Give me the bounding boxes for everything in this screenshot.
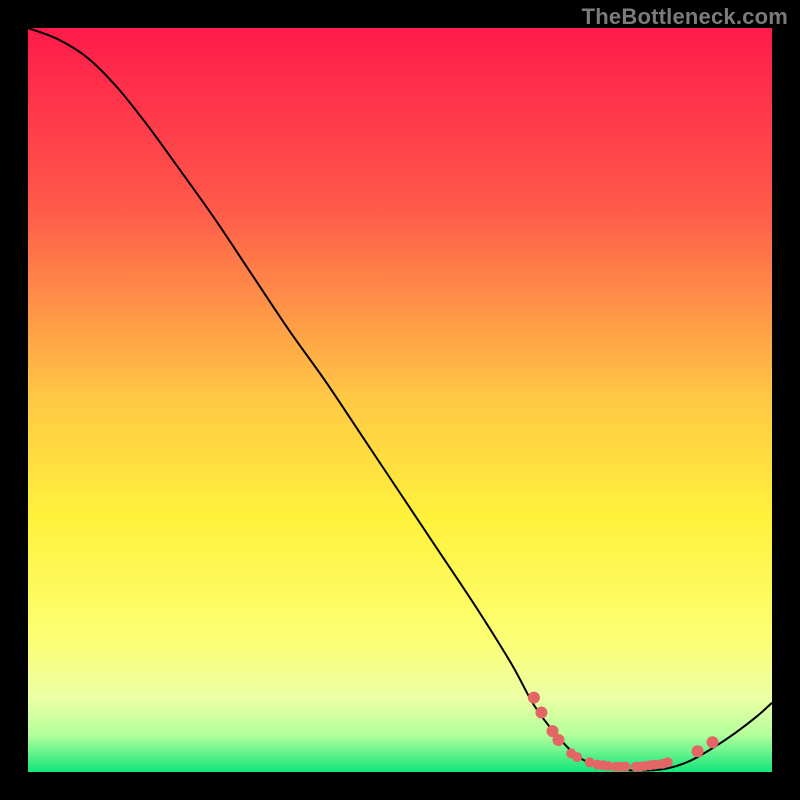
plot-svg: [28, 28, 772, 772]
gradient-background: [28, 28, 772, 772]
chart-container: TheBottleneck.com: [0, 0, 800, 800]
data-marker: [553, 734, 565, 746]
attribution-label: TheBottleneck.com: [582, 4, 788, 30]
data-marker: [692, 745, 704, 757]
plot-area: [28, 28, 772, 772]
data-marker: [663, 757, 673, 767]
data-marker: [572, 752, 582, 762]
data-marker: [535, 707, 547, 719]
data-marker: [620, 762, 630, 772]
data-marker: [528, 692, 540, 704]
data-marker: [707, 736, 719, 748]
